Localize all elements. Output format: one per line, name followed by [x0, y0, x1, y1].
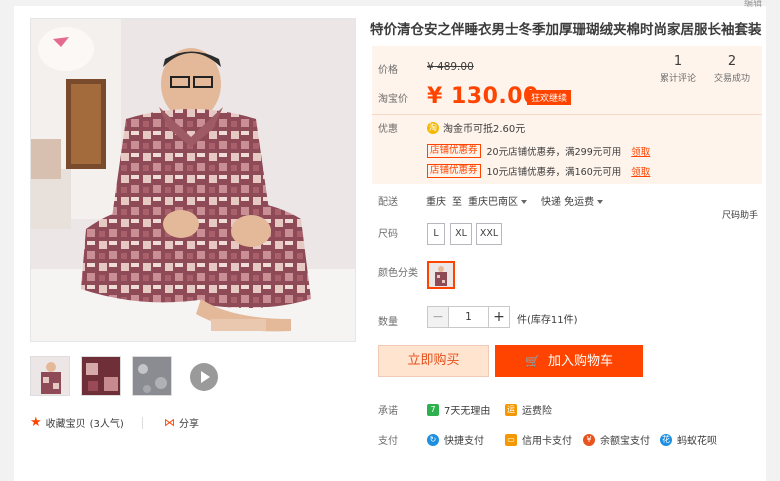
thumbnail-2[interactable]: [81, 356, 121, 396]
review-count-label: 累计评论: [659, 74, 696, 84]
sales-count-stat[interactable]: 2 交易成功: [702, 54, 762, 84]
left-margin: [0, 0, 14, 481]
coupon-text: 10元店铺优惠券，满160元可用: [486, 167, 622, 178]
size-option-l[interactable]: L: [427, 223, 445, 245]
orig-price-label: 价格: [378, 65, 398, 76]
favorite-button[interactable]: ★ 收藏宝贝 (3人气): [30, 415, 124, 430]
coupon-claim-link[interactable]: 领取: [631, 164, 650, 178]
promise-item-7days[interactable]: 7 7天无理由: [427, 402, 490, 417]
promise-text: 运费险: [522, 406, 552, 417]
ship-method-select[interactable]: 快递 免运费: [541, 193, 604, 208]
color-option-swatch[interactable]: [427, 261, 455, 289]
payment-text: 信用卡支付: [522, 436, 572, 447]
coupon-row-1: 店铺优惠券 20元店铺优惠券，满299元可用 领取: [427, 144, 650, 158]
price-panel: 价格 ¥ 489.00 淘宝价 ¥ 130.00 狂欢继续 1 累计评论 2 交…: [372, 46, 762, 184]
credit-card-icon: ▭: [505, 433, 517, 446]
promise-item-insurance[interactable]: 运 运费险: [505, 402, 552, 417]
share-button[interactable]: ⋈ 分享: [164, 415, 199, 430]
right-margin: [766, 0, 780, 481]
sales-count-label: 交易成功: [713, 74, 750, 84]
favorite-count: (3人气): [89, 419, 124, 430]
star-icon: ★: [30, 415, 42, 430]
product-photo: [31, 19, 355, 341]
huabei-icon: 花: [660, 433, 672, 446]
payment-item-yuebao[interactable]: ¥ 余额宝支付: [583, 432, 650, 447]
seven-days-icon: 7: [427, 403, 439, 416]
promo-tag: 狂欢继续: [527, 90, 572, 105]
shipping-row: 重庆 至 重庆巴南区 快递 免运费: [426, 193, 604, 208]
payment-item-huabei[interactable]: 花 蚂蚁花呗: [660, 432, 717, 447]
buy-now-button[interactable]: 立即购买: [378, 345, 489, 377]
taojinbi-row: 淘 淘金币可抵2.60元: [427, 120, 525, 135]
orig-price: ¥ 489.00: [427, 61, 474, 73]
quick-pay-icon: ↻: [427, 433, 439, 446]
ship-destination-select[interactable]: 重庆巴南区: [468, 193, 527, 208]
payment-text: 快捷支付: [444, 436, 484, 447]
share-label: 分享: [179, 419, 199, 430]
review-count: 1: [673, 54, 683, 69]
promise-label: 承诺: [378, 406, 398, 417]
thumbnail-1[interactable]: [30, 356, 70, 396]
quantity-increase-button[interactable]: +: [488, 306, 510, 328]
quantity-input[interactable]: 1: [448, 306, 489, 328]
color-label: 颜色分类: [378, 268, 418, 279]
coin-icon: 淘: [427, 121, 439, 134]
shipping-insurance-icon: 运: [505, 403, 517, 416]
coupon-row-2: 店铺优惠券 10元店铺优惠券，满160元可用 领取: [427, 164, 650, 178]
stock-text: 件(库存11件): [517, 315, 578, 326]
promo-price-label: 淘宝价: [378, 94, 408, 105]
payment-text: 余额宝支付: [600, 436, 650, 447]
cart-icon: 🛒: [525, 354, 540, 368]
add-to-cart-label: 加入购物车: [547, 354, 613, 369]
promo-label: 优惠: [378, 124, 398, 135]
coupon-text: 20元店铺优惠券，满299元可用: [486, 147, 622, 158]
payment-label: 支付: [378, 436, 398, 447]
quantity-decrease-button[interactable]: −: [427, 306, 449, 328]
ship-from: 重庆: [426, 197, 446, 208]
top-margin: [14, 0, 766, 6]
product-title: 特价清仓安之伴睡衣男士冬季加厚珊瑚绒夹棉时尚家居服长袖套装: [370, 22, 762, 38]
divider: [142, 417, 143, 429]
size-option-xxl[interactable]: XXL: [476, 223, 502, 245]
favorite-label: 收藏宝贝: [45, 419, 86, 430]
chevron-down-icon: [521, 200, 527, 204]
coupon-tag: 店铺优惠券: [427, 144, 481, 158]
thumbnail-3[interactable]: [132, 356, 172, 396]
quantity-label: 数量: [378, 317, 398, 328]
main-product-image[interactable]: [30, 18, 356, 342]
size-label: 尺码: [378, 229, 398, 240]
add-to-cart-button[interactable]: 🛒 加入购物车: [495, 345, 643, 377]
size-helper-link[interactable]: 尺码助手: [722, 208, 758, 221]
panel-divider: [372, 114, 762, 115]
ship-to-word: 至: [452, 197, 462, 208]
coupon-tag: 店铺优惠券: [427, 164, 481, 178]
video-play-icon[interactable]: [190, 363, 218, 391]
promo-price: ¥ 130.00: [427, 84, 539, 109]
review-count-stat[interactable]: 1 累计评论: [648, 54, 708, 84]
promise-text: 7天无理由: [444, 406, 491, 417]
share-icon: ⋈: [164, 416, 175, 429]
yuebao-icon: ¥: [583, 433, 595, 446]
coin-text: 淘金币可抵2.60元: [443, 124, 526, 135]
chevron-down-icon: [597, 200, 604, 204]
coupon-claim-link[interactable]: 领取: [631, 144, 650, 158]
payment-item-credit[interactable]: ▭ 信用卡支付: [505, 432, 572, 447]
payment-item-quick[interactable]: ↻ 快捷支付: [427, 432, 484, 447]
shipping-label: 配送: [378, 197, 398, 208]
edit-link[interactable]: 编辑: [744, 0, 762, 9]
sales-count: 2: [727, 54, 737, 69]
size-option-xl[interactable]: XL: [450, 223, 472, 245]
payment-text: 蚂蚁花呗: [677, 436, 717, 447]
